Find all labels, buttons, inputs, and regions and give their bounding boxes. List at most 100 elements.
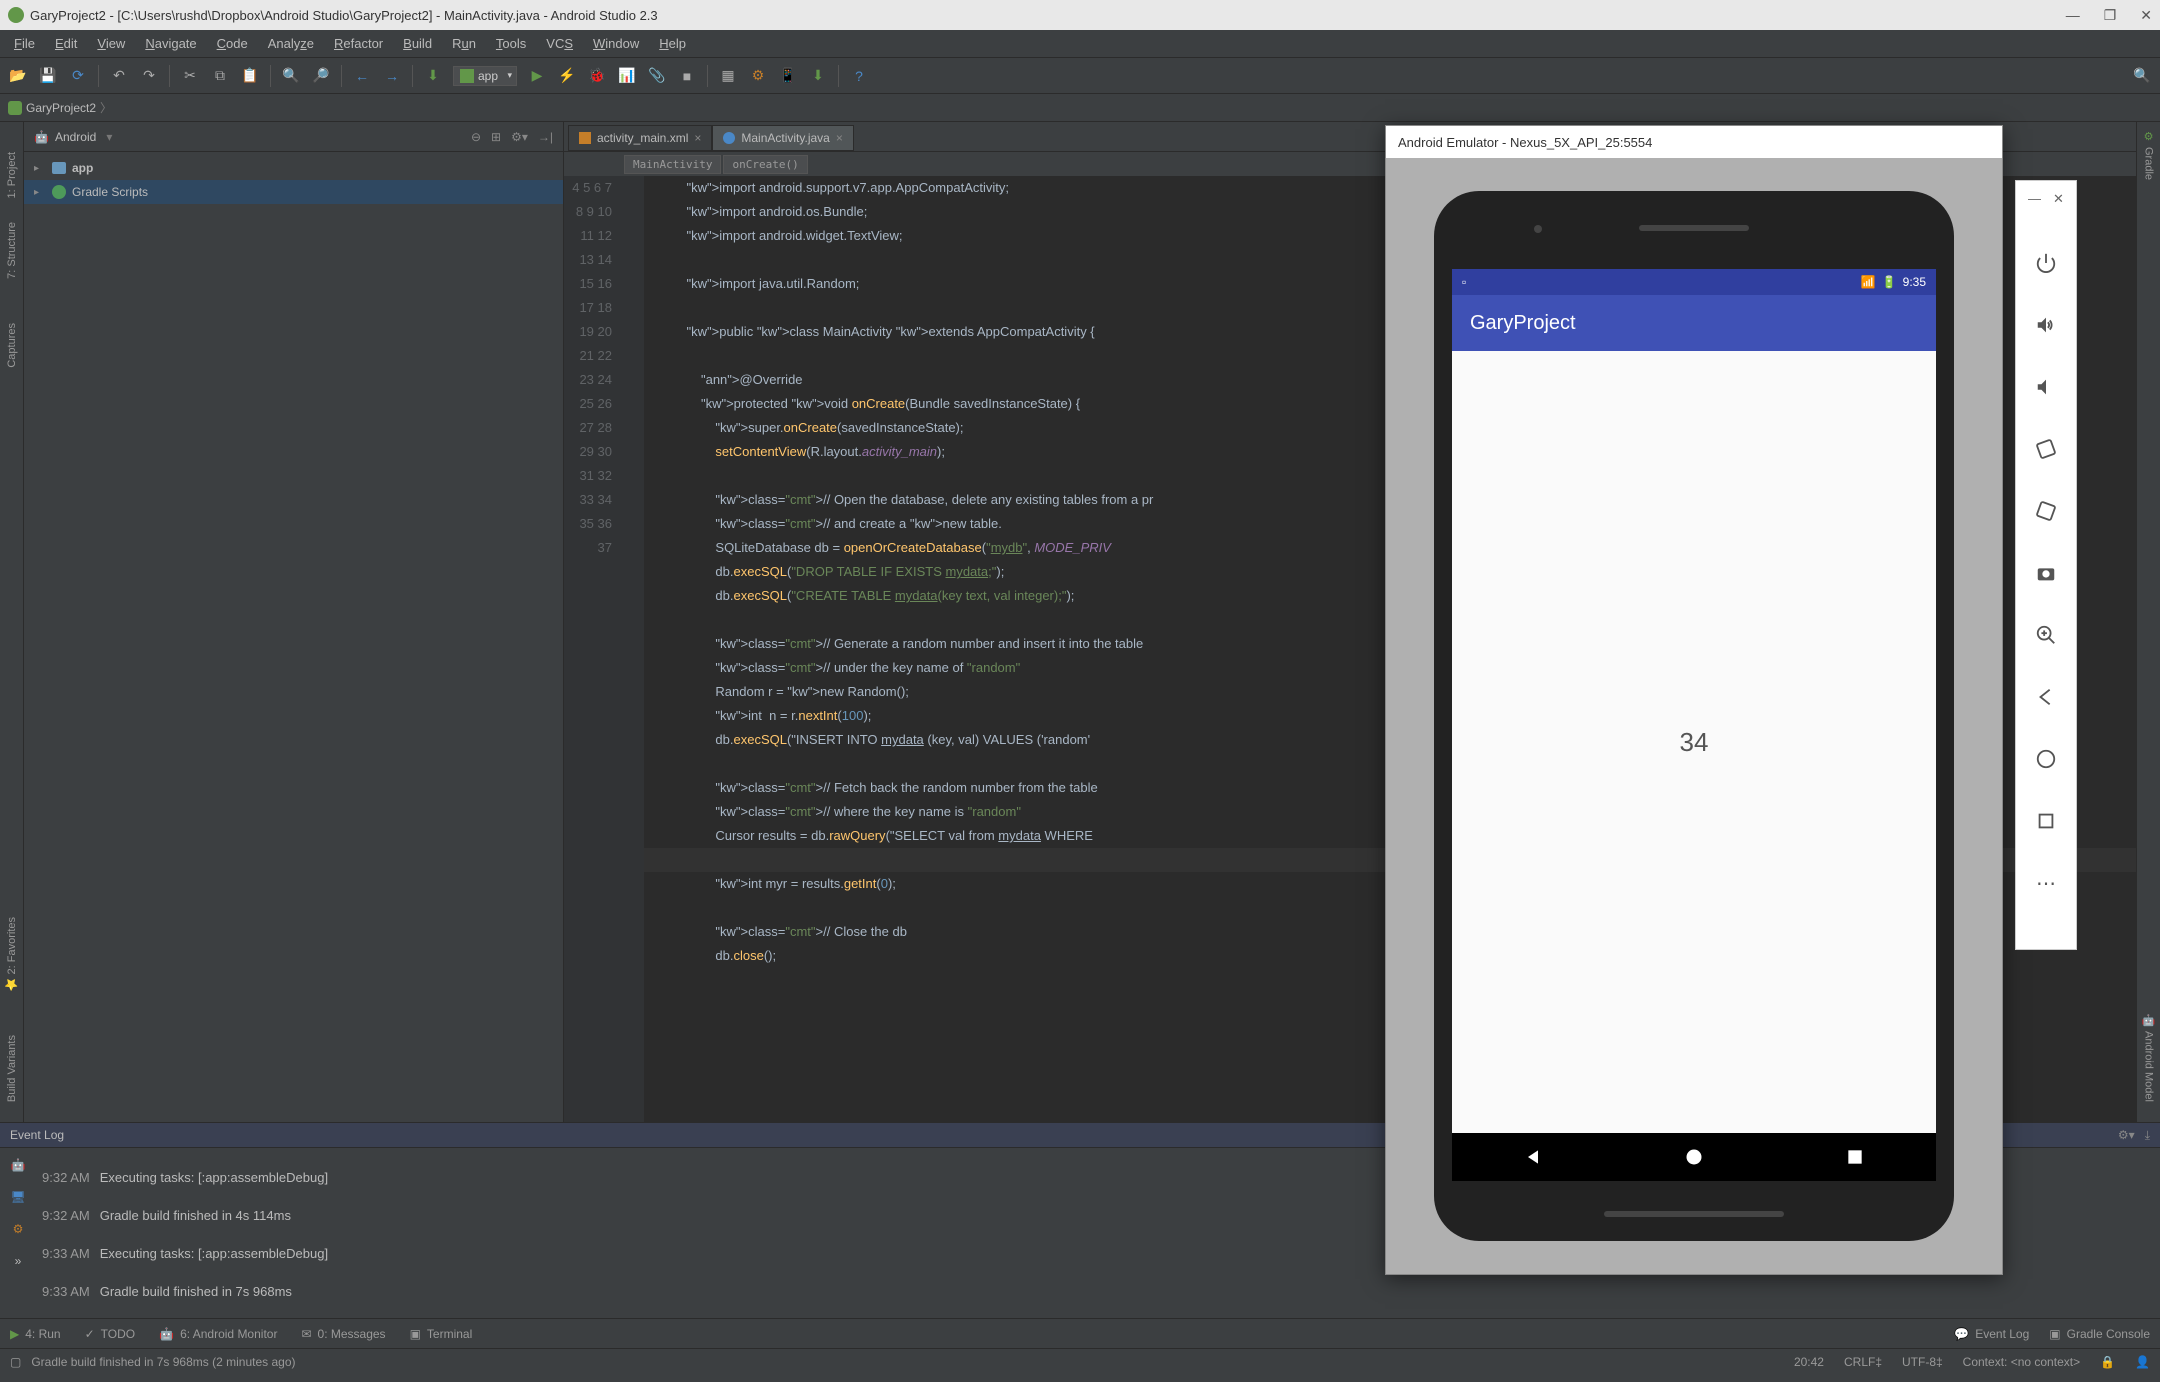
event-hide-icon[interactable]: ⤓: [2145, 1128, 2150, 1143]
find-icon[interactable]: 🔍: [281, 66, 301, 86]
debug-icon[interactable]: 🐞: [587, 66, 607, 86]
rotate-left-icon[interactable]: [2034, 437, 2058, 461]
tab-android-model[interactable]: 🤖 Android Model: [2142, 1014, 2155, 1102]
menu-help[interactable]: Help: [651, 32, 694, 55]
back-icon[interactable]: ←: [352, 66, 372, 86]
close-tab-icon[interactable]: ×: [836, 131, 843, 145]
close-icon[interactable]: ✕: [2140, 7, 2152, 24]
emu-close-icon[interactable]: ✕: [2053, 191, 2064, 207]
forward-icon[interactable]: →: [382, 66, 402, 86]
rotate-right-icon[interactable]: [2034, 499, 2058, 523]
menu-build[interactable]: Build: [395, 32, 440, 55]
btab-run[interactable]: ▶ 4: Run: [10, 1327, 61, 1341]
emu-home-icon[interactable]: [2034, 747, 2058, 771]
menu-analyze[interactable]: Analyze: [260, 32, 322, 55]
emulator-title-bar[interactable]: Android Emulator - Nexus_5X_API_25:5554: [1386, 126, 2002, 158]
status-lock-icon[interactable]: 🔒: [2100, 1355, 2115, 1369]
menu-file[interactable]: File: [6, 32, 43, 55]
status-position[interactable]: 20:42: [1794, 1355, 1824, 1369]
btab-messages[interactable]: ✉ 0: Messages: [301, 1327, 385, 1341]
status-context[interactable]: Context: <no context>: [1963, 1355, 2080, 1369]
event-expand-icon[interactable]: »: [15, 1254, 22, 1268]
emu-overview-icon[interactable]: [2034, 809, 2058, 833]
event-settings-icon[interactable]: ⚙▾: [2118, 1128, 2135, 1143]
btab-terminal[interactable]: ▣ Terminal: [410, 1327, 473, 1341]
help-icon[interactable]: ?: [849, 66, 869, 86]
more-icon[interactable]: ⋯: [2034, 871, 2058, 895]
tab-project[interactable]: 1: Project: [6, 152, 18, 198]
zoom-icon[interactable]: [2034, 623, 2058, 647]
flash-icon[interactable]: ⚡: [557, 66, 577, 86]
profile-icon[interactable]: 📊: [617, 66, 637, 86]
phone-screen[interactable]: ▫ 📶 🔋 9:35 GaryProject 34: [1452, 269, 1936, 1181]
menu-tools[interactable]: Tools: [488, 32, 534, 55]
status-hector-icon[interactable]: 👤: [2135, 1355, 2150, 1369]
menu-window[interactable]: Window: [585, 32, 647, 55]
recents-icon[interactable]: [1845, 1147, 1865, 1167]
event-monitor-icon[interactable]: 🖥: [10, 1190, 25, 1204]
menu-edit[interactable]: Edit: [47, 32, 85, 55]
sdk-manager-icon[interactable]: ⬇: [808, 66, 828, 86]
replace-icon[interactable]: 🔎: [311, 66, 331, 86]
menu-code[interactable]: Code: [209, 32, 256, 55]
volume-down-icon[interactable]: [2034, 375, 2058, 399]
menu-run[interactable]: Run: [444, 32, 484, 55]
avd-icon[interactable]: ⚙: [748, 66, 768, 86]
project-view-name[interactable]: Android: [55, 130, 96, 144]
volume-up-icon[interactable]: [2034, 313, 2058, 337]
status-encoding[interactable]: UTF-8‡: [1902, 1355, 1943, 1369]
breadcrumb-root[interactable]: GaryProject2: [26, 101, 96, 115]
event-build-icon[interactable]: 🤖: [11, 1158, 26, 1172]
power-icon[interactable]: [2034, 251, 2058, 275]
project-expand-icon[interactable]: ⊞: [491, 130, 501, 144]
tab-captures[interactable]: Captures: [6, 323, 18, 408]
project-collapse-icon[interactable]: ⊖: [471, 130, 481, 144]
close-tab-icon[interactable]: ×: [694, 131, 701, 145]
crumb-class[interactable]: MainActivity: [624, 155, 721, 174]
home-icon[interactable]: [1684, 1147, 1704, 1167]
make-icon[interactable]: ⬇: [423, 66, 443, 86]
status-left-icon[interactable]: ▢: [10, 1355, 21, 1369]
tab-favorites[interactable]: ⭐ 2: Favorites: [5, 917, 18, 991]
btab-gradle-console[interactable]: ▣ Gradle Console: [2049, 1327, 2150, 1341]
project-hide-icon[interactable]: →|: [538, 130, 553, 144]
stop-icon[interactable]: ■: [677, 66, 697, 86]
tab-structure[interactable]: 7: Structure: [6, 222, 18, 299]
maximize-icon[interactable]: ❐: [2104, 7, 2117, 24]
attach-icon[interactable]: 📎: [647, 66, 667, 86]
layout-icon[interactable]: ▦: [718, 66, 738, 86]
btab-event-log[interactable]: 💬 Event Log: [1954, 1327, 2029, 1341]
minimize-icon[interactable]: —: [2066, 7, 2080, 24]
tab-mainactivity-java[interactable]: MainActivity.java ×: [712, 125, 854, 151]
tab-activity-main-xml[interactable]: activity_main.xml ×: [568, 125, 712, 151]
status-eol[interactable]: CRLF‡: [1844, 1355, 1882, 1369]
search-everywhere-icon[interactable]: 🔍: [2132, 66, 2152, 86]
tree-item-app[interactable]: ▸ app: [24, 156, 563, 180]
paste-icon[interactable]: 📋: [240, 66, 260, 86]
run-config-dropdown[interactable]: app: [453, 66, 517, 86]
redo-icon[interactable]: ↷: [139, 66, 159, 86]
tab-gradle[interactable]: ⚙ Gradle: [2142, 130, 2155, 180]
project-settings-icon[interactable]: ⚙▾: [511, 130, 528, 144]
run-icon[interactable]: ▶: [527, 66, 547, 86]
cut-icon[interactable]: ✂: [180, 66, 200, 86]
back-icon[interactable]: [1523, 1147, 1543, 1167]
menu-refactor[interactable]: Refactor: [326, 32, 391, 55]
camera-icon[interactable]: [2034, 561, 2058, 585]
copy-icon[interactable]: ⧉: [210, 66, 230, 86]
crumb-method[interactable]: onCreate(): [723, 155, 807, 174]
sync-icon[interactable]: ⟳: [68, 66, 88, 86]
sdk-icon[interactable]: 📱: [778, 66, 798, 86]
menu-vcs[interactable]: VCS: [538, 32, 581, 55]
tab-build-variants[interactable]: Build Variants: [6, 1035, 18, 1102]
undo-icon[interactable]: ↶: [109, 66, 129, 86]
save-icon[interactable]: 💾: [38, 66, 58, 86]
menu-view[interactable]: View: [89, 32, 133, 55]
open-icon[interactable]: 📂: [8, 66, 28, 86]
menu-navigate[interactable]: Navigate: [137, 32, 204, 55]
tree-item-gradle-scripts[interactable]: ▸ Gradle Scripts: [24, 180, 563, 204]
emu-minimize-icon[interactable]: —: [2028, 191, 2041, 207]
btab-todo[interactable]: ✓ TODO: [85, 1327, 136, 1341]
event-filter-icon[interactable]: ⚙: [13, 1222, 24, 1236]
btab-android-monitor[interactable]: 🤖 6: Android Monitor: [159, 1327, 277, 1341]
